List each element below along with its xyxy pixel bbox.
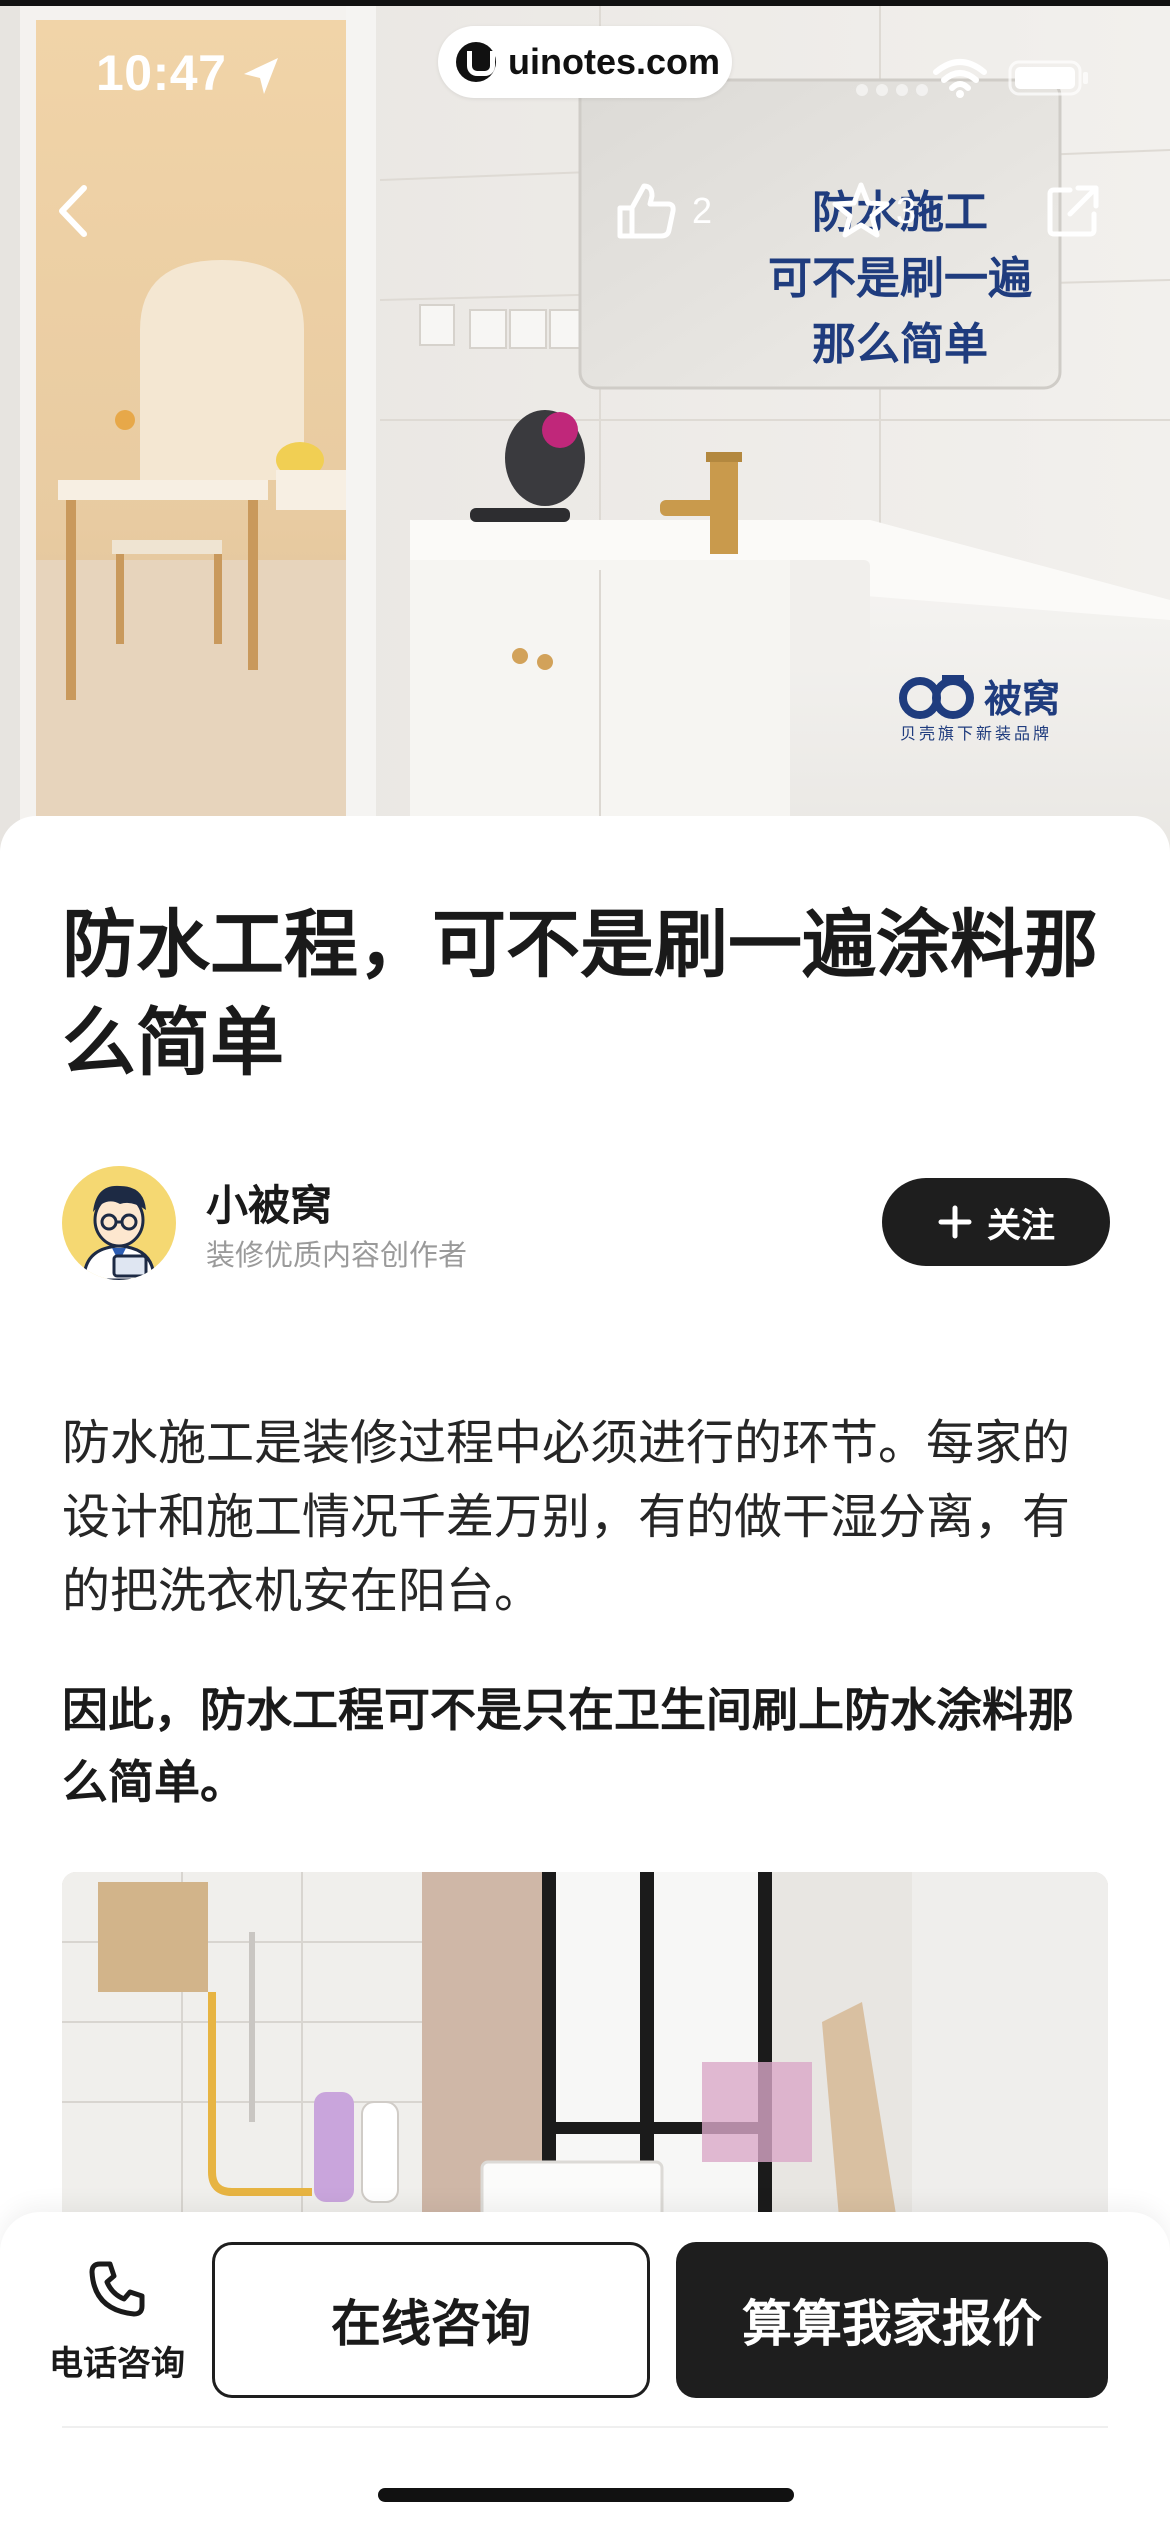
article-paragraph: 防水施工是装修过程中必须进行的环节。每家的设计和施工情况千差万别，有的做干湿分离… bbox=[62, 1415, 1071, 1619]
signal-dots-icon bbox=[856, 84, 928, 96]
author-description: 装修优质内容创作者 bbox=[206, 1238, 468, 1272]
follow-label: 关注 bbox=[987, 1205, 1055, 1246]
brand-subtitle: 贝壳旗下新装品牌 bbox=[900, 724, 1053, 743]
article-title: 防水工程，可不是刷一遍涂料那么简单 bbox=[62, 902, 1098, 1086]
article-emphasis: 因此，防水工程可不是只在卫生间刷上防水涂料那么简单。 bbox=[62, 1683, 1074, 1809]
author-name[interactable]: 小被窝 bbox=[206, 1172, 332, 1233]
location-arrow-icon bbox=[244, 58, 278, 94]
follow-button[interactable]: 关注 bbox=[882, 1178, 1110, 1266]
favorite-count: 3 bbox=[896, 190, 917, 231]
star-icon bbox=[832, 182, 890, 238]
back-icon[interactable] bbox=[50, 180, 96, 242]
like-button[interactable]: 2 bbox=[614, 180, 712, 242]
home-indicator bbox=[378, 2488, 794, 2502]
battery-icon bbox=[1008, 60, 1088, 96]
article-image bbox=[62, 1872, 1108, 2252]
phone-icon bbox=[89, 2261, 145, 2317]
online-consult-button[interactable]: 在线咨询 bbox=[212, 2242, 650, 2398]
article-photo bbox=[62, 1872, 1108, 2252]
mirror-line-3: 那么简单 bbox=[812, 319, 988, 370]
thumbs-up-icon bbox=[617, 183, 676, 239]
brand-name: 被窝 bbox=[984, 677, 1061, 721]
mirror-line-2: 可不是刷一遍 bbox=[768, 253, 1032, 304]
hero-image: 防水施工 可不是刷一遍 那么简单 被窝 贝壳旗下新装品牌 10:47 uinot… bbox=[0, 0, 1170, 860]
plus-icon bbox=[938, 1205, 972, 1239]
avatar[interactable] bbox=[62, 1166, 176, 1280]
share-icon[interactable] bbox=[1044, 182, 1102, 240]
site-url: uinotes.com bbox=[508, 41, 721, 82]
wifi-icon bbox=[933, 59, 987, 98]
favorite-button[interactable]: 3 bbox=[830, 180, 916, 242]
author-row: 小被窝 装修优质内容创作者 关注 bbox=[62, 1166, 1110, 1282]
divider bbox=[62, 2426, 1108, 2428]
like-count: 2 bbox=[692, 190, 713, 231]
get-quote-button[interactable]: 算算我家报价 bbox=[676, 2242, 1108, 2398]
site-logo-icon bbox=[456, 42, 496, 82]
article-page: 防水施工 可不是刷一遍 那么简单 被窝 贝壳旗下新装品牌 10:47 uinot… bbox=[0, 0, 1170, 2532]
phone-consult-button[interactable]: 电话咨询 bbox=[22, 2252, 212, 2402]
bottom-action-bar: 电话咨询 在线咨询 算算我家报价 bbox=[0, 2212, 1170, 2532]
url-pill[interactable]: uinotes.com bbox=[438, 26, 732, 98]
avatar-illustration bbox=[62, 1166, 176, 1280]
top-strip bbox=[0, 0, 1170, 6]
status-time: 10:47 bbox=[96, 45, 227, 101]
phone-consult-label: 电话咨询 bbox=[49, 2344, 185, 2384]
brand-watermark: 被窝 bbox=[898, 668, 1060, 723]
brand-logo-icon bbox=[899, 674, 974, 719]
